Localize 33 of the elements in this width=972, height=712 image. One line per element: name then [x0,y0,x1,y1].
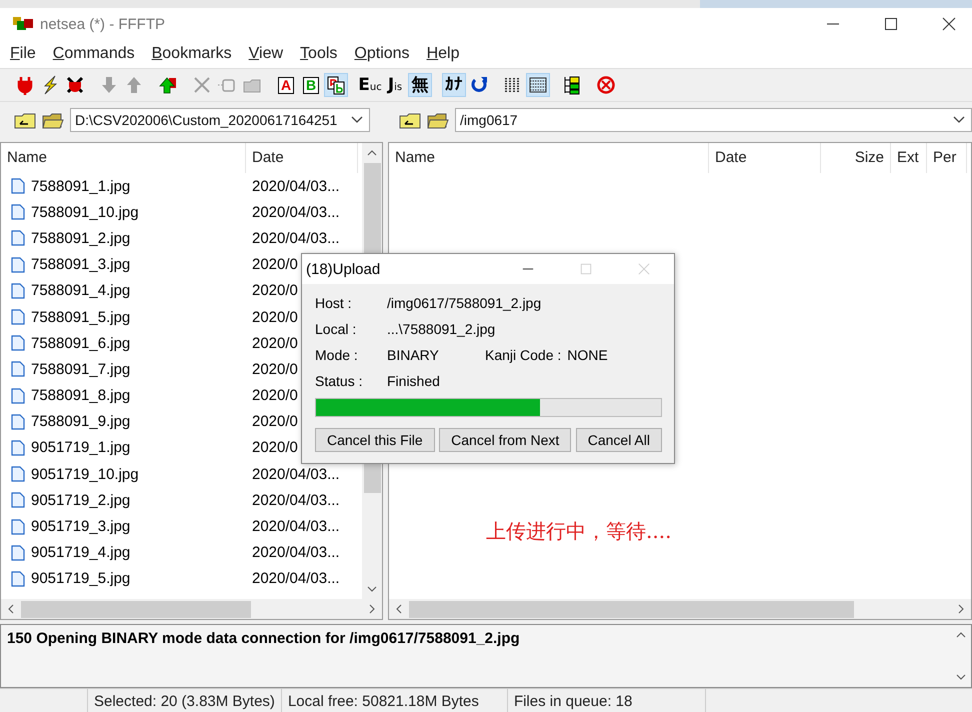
file-date: 2020/0 [252,256,298,274]
file-date: 2020/04/03... [252,230,340,247]
dialog-title: (18)Upload [306,260,380,278]
file-date: 2020/0 [252,308,298,326]
field-value: Finished [387,373,441,389]
file-date: 2020/04/03... [252,204,340,221]
status-text: Selected: 20 (3.83M Bytes) [88,689,282,712]
field-value: ...\7588091_2.jpg [387,321,496,337]
file-date: 2020/0 [252,360,298,378]
file-date: 2020/04/03... [252,544,340,562]
file-date: 2020/04/03... [252,518,340,536]
file-date: 2020/0 [252,439,298,456]
field-label: Kanji Code : [485,347,562,363]
file-date: 2020/04/03... [252,492,340,509]
field-label: Mode : [315,347,359,363]
status-text: Files in queue: 18 [508,689,706,712]
field-label: Local : [315,321,358,337]
file-date: 2020/04/03... [252,178,340,195]
annotation-text: 上传进行中，等待.... [486,518,672,545]
log-message: 150 Opening BINARY mode data connection for /img0617/7588091_2.jpg [6,629,521,649]
file-date: 2020/0 [252,282,298,300]
field-label: Status : [315,373,364,389]
field-value: /img0617/7588091_2.jpg [387,295,542,311]
file-date: 2020/0 [252,334,298,352]
file-date: 2020/04/03... [252,570,340,588]
file-date: 2020/0 [252,387,298,404]
status-text: Local free: 50821.18M Bytes [282,689,508,712]
field-value: BINARY [387,347,440,363]
file-date: 2020/0 [252,413,298,430]
file-date: 2020/04/03... [252,466,340,483]
field-value: NONE [567,347,608,363]
window-title: netsea (*) - FFFTP [40,16,166,32]
field-label: Host : [315,295,353,311]
